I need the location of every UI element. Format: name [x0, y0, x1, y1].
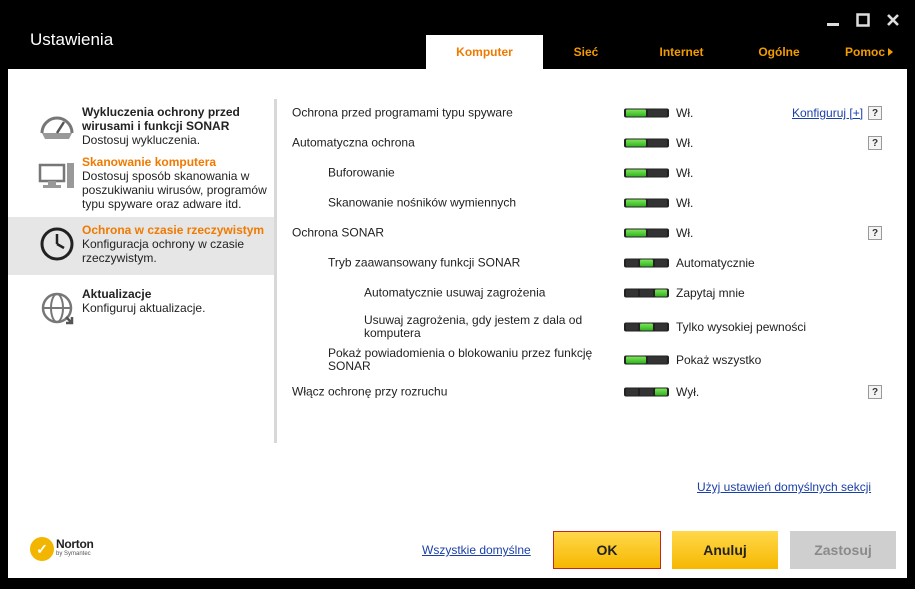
toggle-switch[interactable]: [624, 198, 669, 208]
setting-label: Ochrona przed programami typu spyware: [292, 105, 513, 120]
setting-value: Wł.: [676, 106, 694, 120]
all-defaults-link[interactable]: Wszystkie domyślne: [422, 543, 531, 557]
settings-window: Ustawienia Komputer Sieć Internet Ogólne…: [0, 0, 915, 589]
computer-icon: [38, 157, 76, 195]
sidebar-item-desc: Dostosuj sposób skanowania w poszukiwani…: [82, 169, 267, 211]
ok-button[interactable]: OK: [553, 531, 661, 569]
gauge-icon: [38, 107, 76, 145]
setting-label: Skanowanie nośników wymiennych: [328, 195, 517, 210]
help-button[interactable]: ?: [868, 385, 882, 399]
cancel-button[interactable]: Anuluj: [672, 531, 778, 569]
setting-value: Wył.: [676, 385, 700, 399]
configure-link[interactable]: Konfiguruj [+]: [792, 106, 863, 120]
toggle-switch[interactable]: [624, 258, 669, 268]
sidebar-item-scan[interactable]: Skanowanie komputera Dostosuj sposób ska…: [8, 149, 276, 217]
sidebar-item-exclusions[interactable]: Wykluczenia ochrony przed wirusami i fun…: [8, 99, 276, 149]
setting-row-removable-media: Skanowanie nośników wymiennych Wł.: [292, 188, 892, 218]
checkmark-icon: ✓: [30, 537, 54, 561]
norton-logo: ✓ Norton by Symantec: [30, 537, 94, 561]
sidebar-item-title: Ochrona w czasie rzeczywistym: [82, 223, 265, 237]
toggle-switch[interactable]: [624, 355, 669, 365]
sidebar-item-updates[interactable]: Aktualizacje Konfiguruj aktualizacje.: [8, 281, 276, 331]
setting-label: Ochrona SONAR: [292, 225, 385, 240]
sidebar-item-desc: Konfiguracja ochrony w czasie rzeczywist…: [82, 237, 245, 265]
setting-label: Automatycznie usuwaj zagrożenia: [364, 285, 546, 300]
setting-label: Tryb zaawansowany funkcji SONAR: [328, 255, 521, 270]
setting-value: Wł.: [676, 226, 694, 240]
tab-bar: Komputer Sieć Internet Ogólne Pomoc: [426, 35, 914, 69]
setting-row-sonar-advanced: Tryb zaawansowany funkcji SONAR Automaty…: [292, 248, 892, 278]
help-button[interactable]: ?: [868, 226, 882, 240]
setting-label: Buforowanie: [328, 165, 395, 180]
setting-value: Wł.: [676, 196, 694, 210]
play-arrow-icon: [888, 48, 893, 56]
clock-icon: [38, 225, 76, 263]
sidebar-divider: [274, 99, 277, 443]
sidebar-item-desc: Konfiguruj aktualizacje.: [82, 301, 206, 315]
setting-label: Pokaż powiadomienia o blokowaniu przez f…: [328, 346, 593, 373]
setting-value: Zapytaj mnie: [676, 286, 745, 300]
toggle-switch[interactable]: [624, 322, 669, 332]
help-button[interactable]: ?: [868, 106, 882, 120]
setting-row-spyware: Ochrona przed programami typu spyware Wł…: [292, 98, 892, 128]
setting-row-auto-remove: Automatycznie usuwaj zagrożenia Zapytaj …: [292, 278, 892, 308]
minimize-icon[interactable]: [825, 12, 841, 28]
toggle-switch[interactable]: [624, 288, 669, 298]
sidebar-item-realtime[interactable]: Ochrona w czasie rzeczywistym Konfigurac…: [8, 217, 276, 275]
logo-sub: by Symantec: [56, 551, 91, 557]
help-button[interactable]: ?: [868, 136, 882, 150]
close-icon[interactable]: [885, 12, 901, 28]
setting-value: Wł.: [676, 136, 694, 150]
setting-row-caching: Buforowanie Wł.: [292, 158, 892, 188]
toggle-switch[interactable]: [624, 228, 669, 238]
setting-row-auto-protect: Automatyczna ochrona Wł. ?: [292, 128, 892, 158]
window-title: Ustawienia: [30, 30, 114, 49]
setting-value: Wł.: [676, 166, 694, 180]
setting-row-sonar: Ochrona SONAR Wł. ?: [292, 218, 892, 248]
toggle-switch[interactable]: [624, 108, 669, 118]
logo-name: Norton: [56, 537, 94, 551]
tab-internet[interactable]: Internet: [629, 35, 734, 69]
tab-komputer[interactable]: Komputer: [426, 35, 543, 69]
setting-label: Włącz ochronę przy rozruchu: [292, 384, 448, 399]
setting-value: Pokaż wszystko: [676, 353, 762, 367]
sidebar-item-title: Aktualizacje: [82, 287, 152, 301]
tab-ogolne[interactable]: Ogólne: [734, 35, 824, 69]
toggle-switch[interactable]: [624, 168, 669, 178]
globe-update-icon: [38, 289, 76, 327]
setting-row-boot-protection: Włącz ochronę przy rozruchu Wył. ?: [292, 377, 892, 407]
setting-value: Automatycznie: [676, 256, 755, 270]
settings-content: Wykluczenia ochrony przed wirusami i fun…: [8, 69, 907, 578]
toggle-switch[interactable]: [624, 387, 669, 397]
tab-siec[interactable]: Sieć: [543, 35, 629, 69]
tab-pomoc[interactable]: Pomoc: [824, 35, 914, 69]
section-defaults-link[interactable]: Użyj ustawień domyślnych sekcji: [697, 480, 871, 494]
setting-row-sonar-notifications: Pokaż powiadomienia o blokowaniu przez f…: [292, 343, 892, 377]
setting-label: Usuwaj zagrożenia, gdy jestem z dala od …: [364, 313, 583, 340]
setting-row-remove-away: Usuwaj zagrożenia, gdy jestem z dala od …: [292, 310, 892, 344]
setting-label: Automatyczna ochrona: [292, 135, 415, 150]
sidebar: Wykluczenia ochrony przed wirusami i fun…: [8, 99, 276, 331]
sidebar-item-title: Skanowanie komputera: [82, 155, 217, 169]
sidebar-item-title: Wykluczenia ochrony przed wirusami i fun…: [82, 105, 240, 133]
sidebar-item-desc: Dostosuj wykluczenia.: [82, 133, 201, 147]
apply-button[interactable]: Zastosuj: [790, 531, 896, 569]
setting-value: Tylko wysokiej pewności: [676, 320, 807, 334]
window-controls: [825, 12, 901, 28]
maximize-icon[interactable]: [855, 12, 871, 28]
toggle-switch[interactable]: [624, 138, 669, 148]
